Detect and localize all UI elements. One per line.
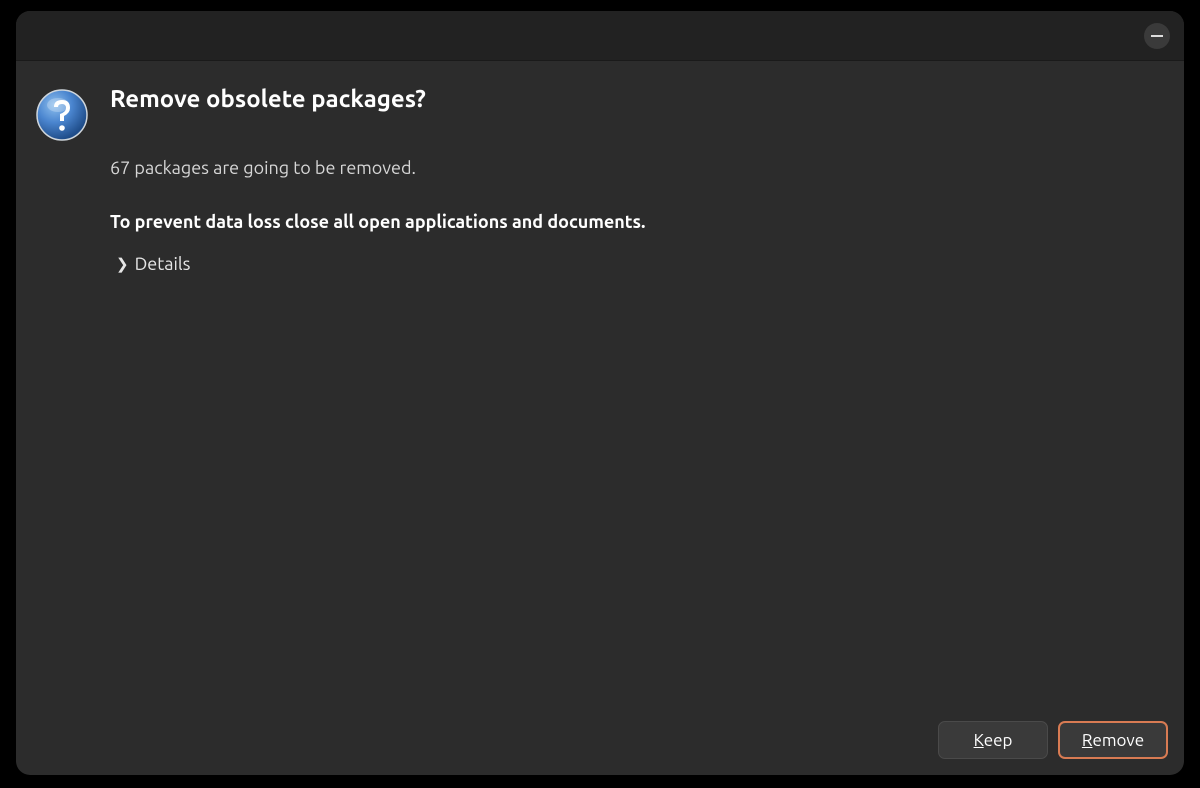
dialog-warning: To prevent data loss close all open appl… [110,212,1164,232]
details-expander[interactable]: ❯ Details [110,254,190,274]
dialog-window: Remove obsolete packages? 67 packages ar… [16,11,1184,775]
icon-column [36,85,88,701]
keep-button[interactable]: Keep [938,721,1048,759]
minimize-button[interactable] [1144,23,1170,49]
details-label: Details [135,254,191,274]
dialog-subtext: 67 packages are going to be removed. [110,158,1164,178]
titlebar [16,11,1184,61]
text-column: Remove obsolete packages? 67 packages ar… [110,85,1164,701]
dialog-content: Remove obsolete packages? 67 packages ar… [16,61,1184,721]
question-icon [36,89,88,141]
remove-button[interactable]: Remove [1058,721,1168,759]
chevron-right-icon: ❯ [116,255,129,273]
minimize-icon [1151,35,1163,37]
dialog-heading: Remove obsolete packages? [110,85,1164,112]
dialog-footer: Keep Remove [16,721,1184,775]
